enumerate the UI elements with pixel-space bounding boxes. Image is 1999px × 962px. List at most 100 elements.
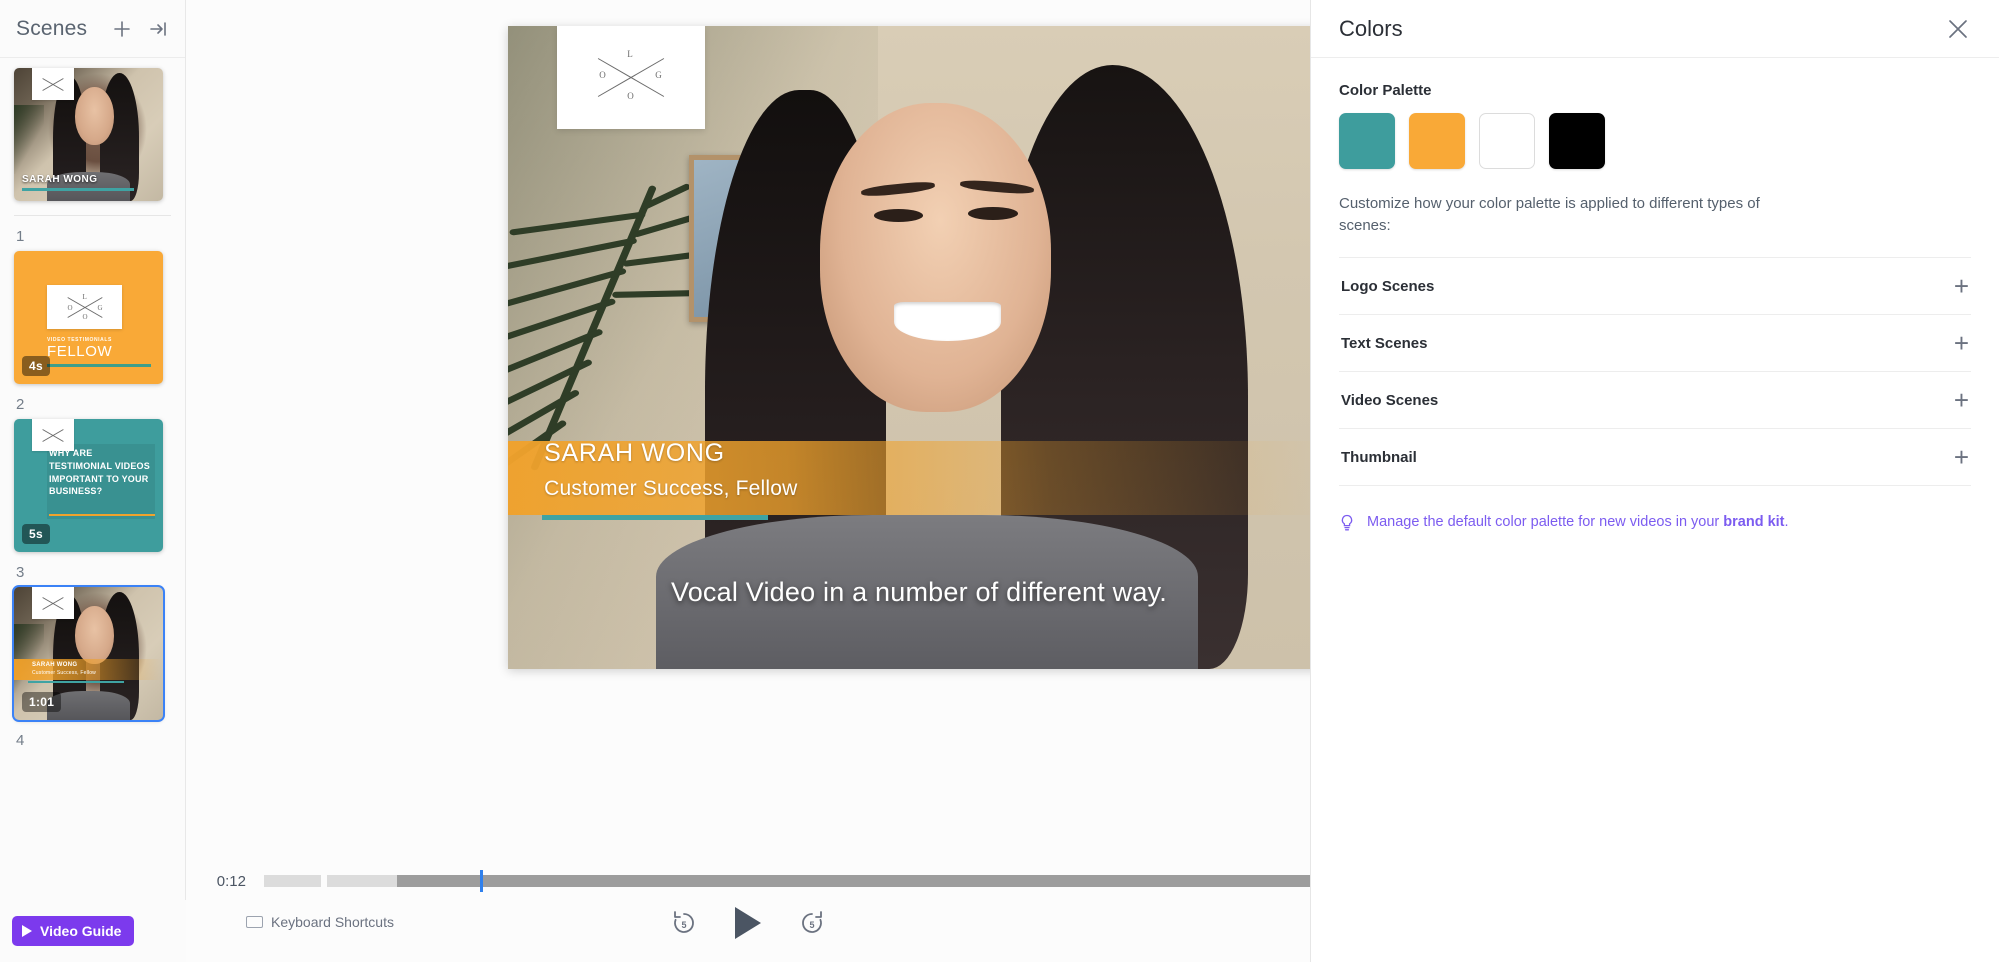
plant-decor [14, 105, 44, 175]
plus-icon[interactable]: + [1954, 387, 1969, 413]
color-swatch-white[interactable] [1479, 113, 1535, 169]
plus-icon[interactable]: + [1954, 330, 1969, 356]
scene-name-overlay: SARAH WONG [22, 174, 98, 185]
lightbulb-icon [1339, 514, 1355, 537]
scene-index: 4 [16, 732, 25, 749]
scene-text: WHY ARE TESTIMONIAL VIDEOS IMPORTANT TO … [49, 448, 150, 497]
face [75, 86, 114, 146]
list-item[interactable]: 3 SARAH WONG Customer Success, Fellow 1:… [0, 564, 185, 722]
rewind-5-icon[interactable]: 5 [667, 906, 701, 940]
sidebar-header: Scenes [0, 0, 185, 58]
forward-5-icon[interactable]: 5 [795, 906, 829, 940]
scene-divider [14, 215, 171, 216]
scene-name-overlay: SARAH WONG [32, 662, 78, 668]
scene-duration-badge: 5s [22, 524, 50, 544]
logo-icon: L G O O [593, 49, 669, 101]
face [75, 605, 114, 665]
scenes-list[interactable]: SARAH WONG 1 L G O O VIDEO TESTIMONIALS … [0, 58, 185, 900]
keyboard-icon [246, 916, 263, 928]
timeline-segment-1[interactable] [264, 875, 321, 887]
color-palette-label: Color Palette [1339, 82, 1432, 99]
scene-accent-rule [28, 681, 124, 683]
play-button[interactable] [735, 907, 761, 939]
color-swatch-list [1339, 113, 1971, 169]
keyboard-shortcuts-label: Keyboard Shortcuts [271, 914, 394, 930]
scene-accent-rule [22, 188, 134, 191]
row-label: Thumbnail [1341, 448, 1417, 466]
plus-icon[interactable]: + [1954, 444, 1969, 470]
row-thumbnail[interactable]: Thumbnail + [1339, 428, 1971, 487]
close-icon[interactable] [1945, 16, 1971, 42]
scene-thumbnail-logo[interactable]: L G O O VIDEO TESTIMONIALS FELLOW 4s [14, 251, 163, 384]
hint-lead: Manage the default color palette for new… [1367, 514, 1724, 531]
eye-right [968, 207, 1018, 221]
list-item[interactable]: SARAH WONG [0, 58, 185, 201]
playback-controls: 5 5 [667, 906, 829, 940]
row-logo-scenes[interactable]: Logo Scenes + [1339, 257, 1971, 314]
logo-card: L G O O [47, 285, 122, 329]
transport-bar: Keyboard Shortcuts 5 5 [186, 896, 1310, 962]
scene-index: 3 [16, 564, 25, 581]
scene-role-overlay: Customer Success, Fellow [32, 670, 96, 676]
color-swatch-teal[interactable] [1339, 113, 1395, 169]
list-item[interactable]: 2 WHY ARE TESTIMONIAL VIDEOS IMPORTANT T… [0, 396, 185, 552]
logo-icon [41, 76, 65, 92]
play-icon [22, 925, 32, 937]
smile [894, 302, 1002, 342]
row-text-scenes[interactable]: Text Scenes + [1339, 314, 1971, 371]
scene-thumbnail-intro[interactable]: SARAH WONG [14, 68, 163, 201]
logo-icon: L G O O [66, 293, 103, 321]
video-guide-button[interactable]: Video Guide [12, 916, 135, 946]
scene-type-list: Logo Scenes + Text Scenes + Video Scenes… [1339, 257, 1971, 487]
collapse-panel-icon[interactable] [147, 18, 169, 40]
timeline-track[interactable] [264, 870, 1310, 892]
svg-text:5: 5 [681, 920, 686, 930]
row-label: Logo Scenes [1341, 277, 1435, 295]
scene-thumbnail-text[interactable]: WHY ARE TESTIMONIAL VIDEOS IMPORTANT TO … [14, 419, 163, 552]
logo-card: L G O O [557, 26, 706, 129]
video-preview-container[interactable]: L G O O SARAH WONG Customer Success, Fel… [508, 26, 1330, 669]
brand-kit-hint-text[interactable]: Manage the default color palette for new… [1367, 512, 1789, 534]
scene-duration-badge: 4s [22, 356, 50, 376]
scene-thumbnail-video-selected[interactable]: SARAH WONG Customer Success, Fellow 1:01 [12, 585, 165, 722]
hint-trail: . [1784, 514, 1789, 531]
scene-accent-rule [49, 514, 155, 516]
svg-text:5: 5 [809, 920, 814, 930]
timeline-segment-3-active[interactable] [397, 875, 1310, 887]
colors-panel: Colors Color Palette Customize how your … [1310, 0, 1999, 962]
colors-panel-body: Color Palette Customize how your color p… [1311, 58, 1999, 537]
plus-icon[interactable]: + [1954, 273, 1969, 299]
list-item-partial[interactable]: 4 [0, 732, 185, 749]
caption-text: Vocal Video in a number of different way… [670, 576, 1167, 607]
current-time-label: 0:12 [216, 872, 246, 890]
colors-panel-description: Customize how your color palette is appl… [1339, 195, 1760, 235]
brand-kit-hint: Manage the default color palette for new… [1339, 512, 1971, 537]
video-preview[interactable]: L G O O SARAH WONG Customer Success, Fel… [508, 26, 1330, 669]
plus-icon[interactable] [111, 18, 133, 40]
scene-accent-rule [47, 364, 151, 367]
colors-panel-header: Colors [1311, 0, 1999, 58]
logo-chip [32, 587, 74, 619]
sidebar-footer: Video Guide [0, 900, 186, 962]
row-video-scenes[interactable]: Video Scenes + [1339, 371, 1971, 428]
page-title: Scenes [16, 16, 88, 40]
timeline-segment-2[interactable] [327, 875, 397, 887]
lower-third-name: SARAH WONG [544, 439, 725, 468]
scene-index: 2 [16, 396, 25, 413]
colors-panel-title: Colors [1339, 15, 1403, 41]
color-swatch-orange[interactable] [1409, 113, 1465, 169]
row-label: Text Scenes [1341, 334, 1428, 352]
timeline-playhead[interactable] [480, 870, 483, 892]
list-item[interactable]: 1 L G O O VIDEO TESTIMONIALS FELLOW 4s [0, 228, 185, 384]
brand-kit-link[interactable]: brand kit [1723, 514, 1784, 530]
lower-third-role: Customer Success, Fellow [544, 477, 798, 501]
timeline[interactable]: 0:12 [186, 866, 1310, 896]
scene-duration-badge: 1:01 [22, 692, 62, 712]
app-root: Scenes SARAH WONG 1 L G O O VIDEO TESTIM… [0, 0, 1999, 962]
color-swatch-black[interactable] [1549, 113, 1605, 169]
keyboard-shortcuts-button[interactable]: Keyboard Shortcuts [246, 914, 394, 930]
face [820, 103, 1051, 412]
video-guide-label: Video Guide [40, 923, 122, 939]
logo-icon [41, 427, 65, 443]
logo-chip [32, 68, 74, 100]
